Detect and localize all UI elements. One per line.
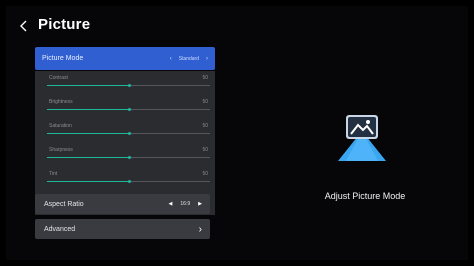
slider-fill bbox=[47, 157, 129, 158]
slider-label: Saturation bbox=[49, 123, 72, 129]
slider-saturation[interactable]: Saturation 50 bbox=[47, 123, 210, 143]
slider-track[interactable] bbox=[47, 180, 210, 183]
aspect-ratio-label: Aspect Ratio bbox=[44, 200, 84, 208]
settings-panel: Picture Mode ‹ Standard › Contrast 50 Br… bbox=[35, 47, 215, 242]
slider-track[interactable] bbox=[47, 84, 210, 87]
triangle-right-icon[interactable]: ▶ bbox=[198, 201, 202, 207]
slider-knob[interactable] bbox=[127, 156, 131, 159]
aspect-ratio-selector: ◀ 16:9 ▶ bbox=[169, 201, 202, 207]
slider-label: Tint bbox=[49, 171, 58, 177]
slider-value: 50 bbox=[202, 99, 208, 105]
aspect-ratio-row[interactable]: Aspect Ratio ◀ 16:9 ▶ bbox=[35, 194, 210, 214]
slider-value: 50 bbox=[202, 171, 208, 177]
slider-value: 50 bbox=[202, 123, 208, 129]
picture-mode-selector: ‹ Standard › bbox=[170, 56, 208, 62]
slider-tint[interactable]: Tint 50 bbox=[47, 171, 210, 191]
slider-label: Sharpness bbox=[49, 147, 73, 153]
slider-fill bbox=[47, 133, 129, 134]
slider-sharpness[interactable]: Sharpness 50 bbox=[47, 147, 210, 167]
picture-mode-graphic bbox=[338, 115, 386, 161]
picture-mode-row[interactable]: Picture Mode ‹ Standard › bbox=[35, 47, 215, 70]
slider-contrast[interactable]: Contrast 50 bbox=[47, 75, 210, 95]
preview-caption: Adjust Picture Mode bbox=[324, 191, 406, 201]
chevron-right-icon[interactable]: › bbox=[206, 56, 208, 62]
slider-label: Brightness bbox=[49, 99, 73, 105]
slider-knob[interactable] bbox=[127, 108, 131, 111]
slider-knob[interactable] bbox=[127, 180, 131, 183]
back-button[interactable] bbox=[16, 17, 30, 35]
picture-mode-label: Picture Mode bbox=[42, 55, 84, 62]
slider-fill bbox=[47, 181, 129, 182]
triangle-left-icon[interactable]: ◀ bbox=[169, 201, 173, 207]
slider-value: 50 bbox=[202, 147, 208, 153]
slider-value: 50 bbox=[202, 75, 208, 81]
slider-track[interactable] bbox=[47, 132, 210, 135]
slider-label: Contrast bbox=[49, 75, 68, 81]
picture-mode-value: Standard bbox=[178, 55, 199, 62]
chevron-right-icon: › bbox=[198, 223, 202, 235]
chevron-left-icon bbox=[20, 20, 27, 32]
aspect-ratio-value: 16:9 bbox=[180, 201, 191, 207]
advanced-label: Advanced bbox=[44, 225, 76, 233]
page-title: Picture bbox=[38, 16, 91, 33]
picture-mode-icon bbox=[332, 111, 392, 163]
slider-fill bbox=[47, 109, 129, 110]
advanced-row[interactable]: Advanced › bbox=[35, 219, 210, 239]
slider-knob[interactable] bbox=[127, 132, 131, 135]
slider-brightness[interactable]: Brightness 50 bbox=[47, 99, 210, 119]
slider-track[interactable] bbox=[47, 108, 210, 111]
slider-track[interactable] bbox=[47, 156, 210, 159]
chevron-left-icon[interactable]: ‹ bbox=[170, 56, 172, 62]
slider-fill bbox=[47, 85, 129, 86]
slider-knob[interactable] bbox=[127, 84, 131, 87]
